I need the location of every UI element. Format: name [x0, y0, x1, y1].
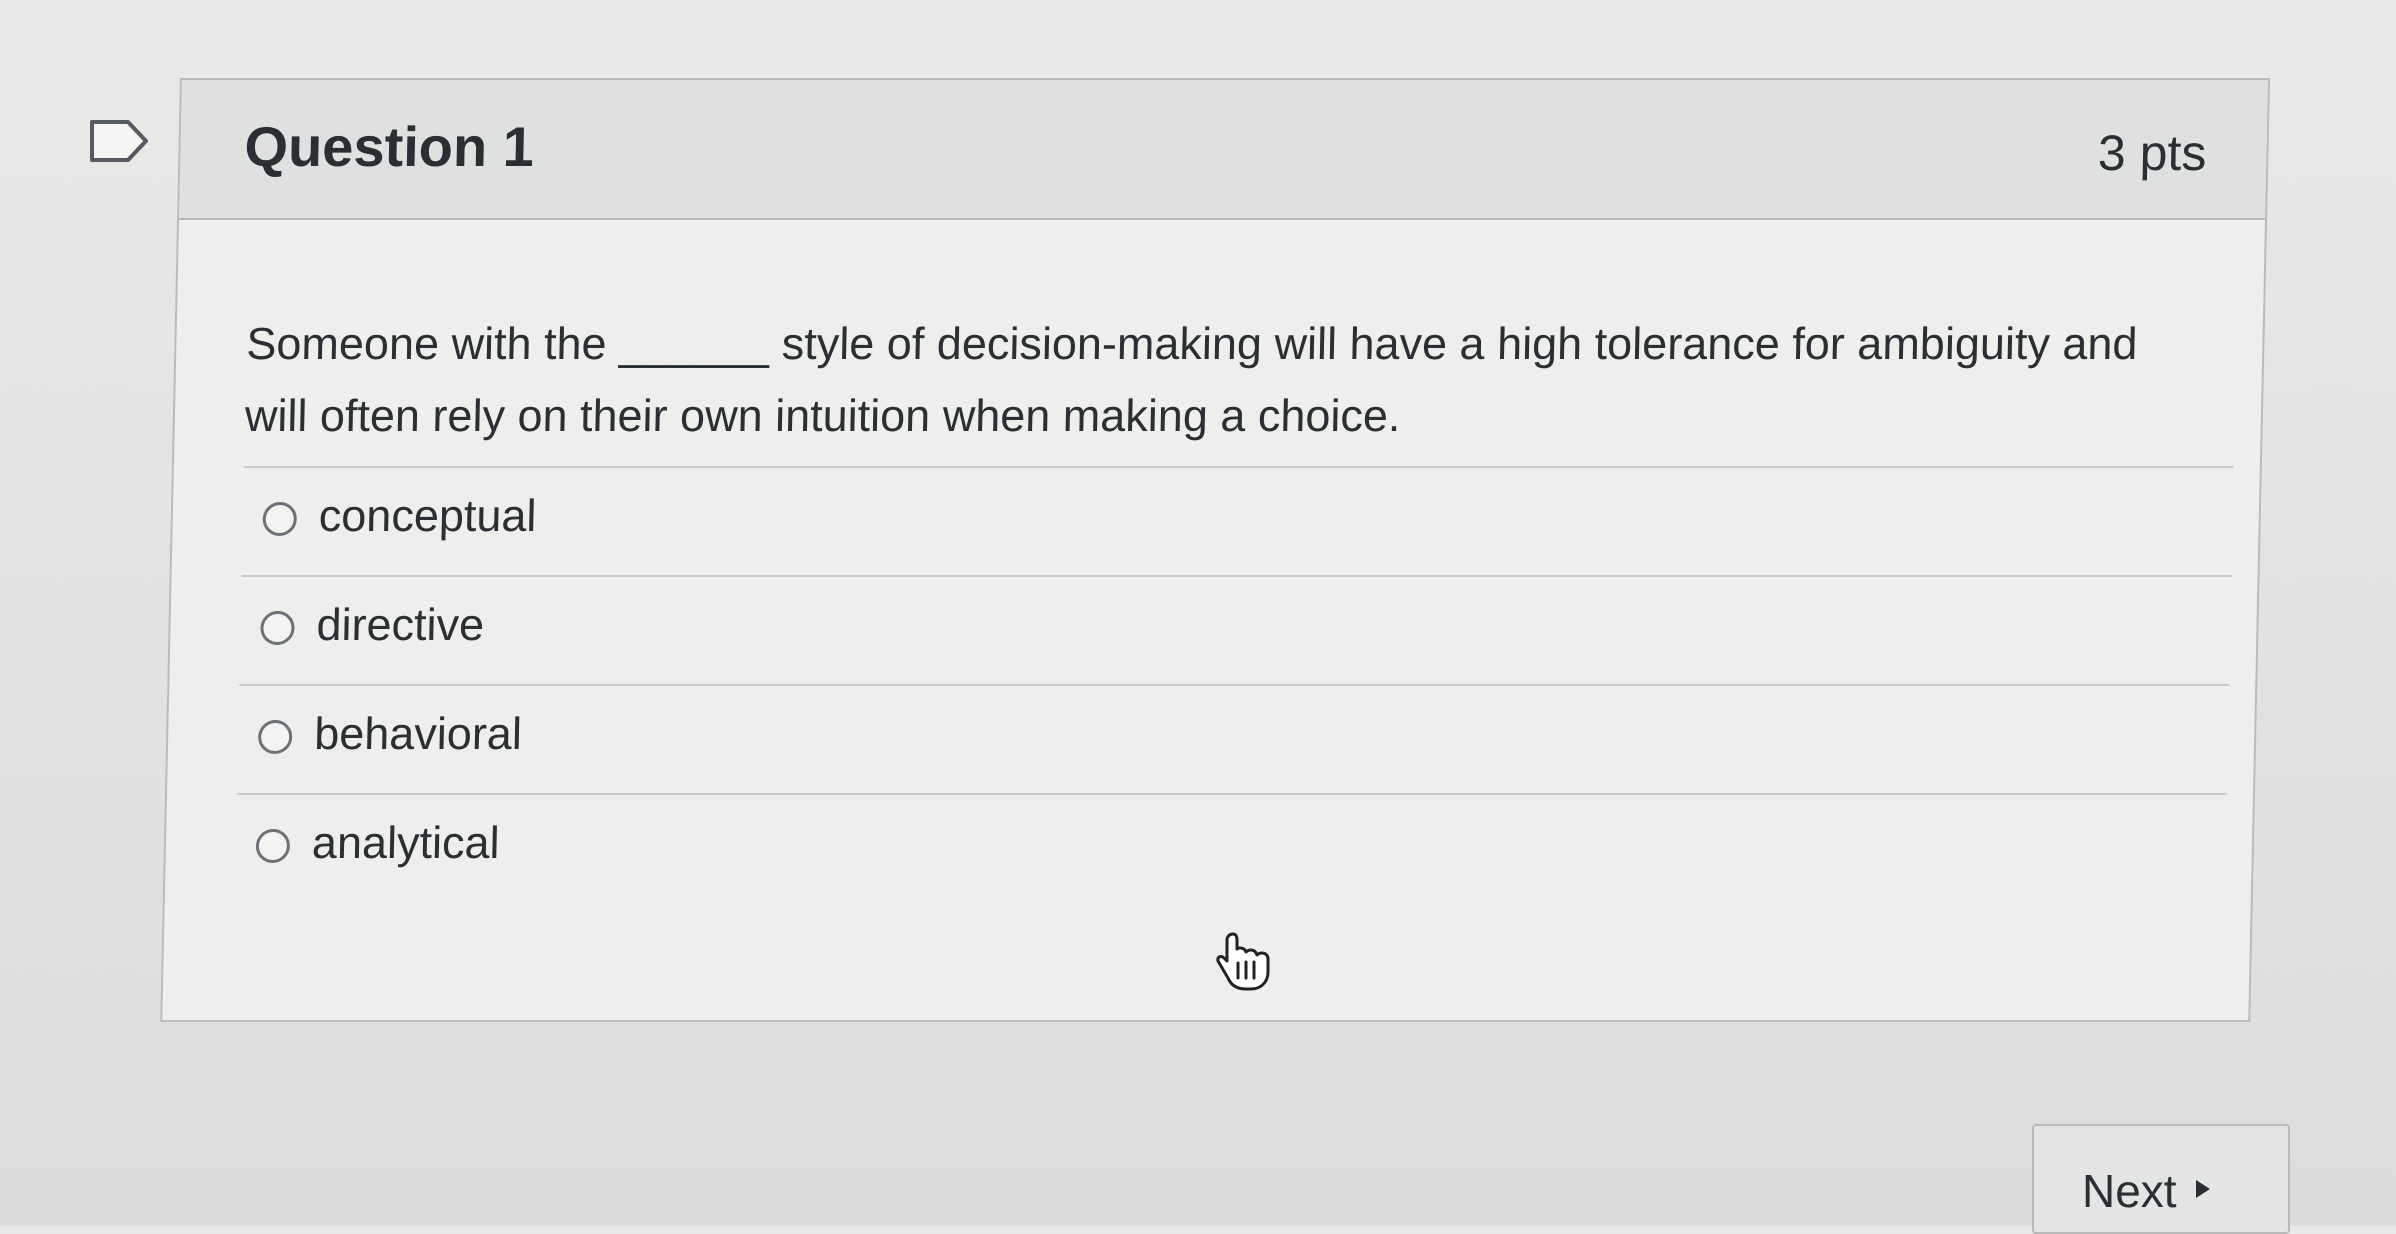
answer-option-conceptual[interactable]: conceptual	[241, 466, 2234, 575]
flag-question-icon[interactable]	[88, 118, 152, 164]
radio-icon[interactable]	[257, 720, 293, 754]
answer-option-behavioral[interactable]: behavioral	[237, 684, 2230, 793]
radio-icon[interactable]	[255, 829, 291, 863]
answer-label[interactable]: behavioral	[314, 708, 523, 760]
question-points: 3 pts	[2097, 125, 2208, 181]
answer-list: conceptual directive behavioral analytic…	[234, 466, 2234, 902]
next-button-label[interactable]: Next	[2082, 1164, 2177, 1218]
triangle-right-icon	[2196, 1180, 2210, 1198]
hand-pointer-icon	[1216, 932, 1270, 991]
question-card: Question 1 3 pts Someone with the ______…	[160, 78, 2270, 1022]
radio-icon[interactable]	[262, 502, 298, 536]
answer-label[interactable]: analytical	[311, 817, 500, 869]
radio-icon[interactable]	[260, 611, 295, 645]
answer-label[interactable]: directive	[316, 599, 485, 651]
answer-label[interactable]: conceptual	[318, 490, 537, 542]
question-title: Question 1	[243, 115, 535, 178]
answer-option-directive[interactable]: directive	[239, 575, 2232, 684]
next-button[interactable]: Next	[2032, 1124, 2290, 1234]
answer-option-analytical[interactable]: analytical	[234, 793, 2228, 902]
question-header: Question 1 3 pts	[179, 80, 2268, 220]
question-text: Someone with the ______ style of decisio…	[244, 318, 2139, 441]
